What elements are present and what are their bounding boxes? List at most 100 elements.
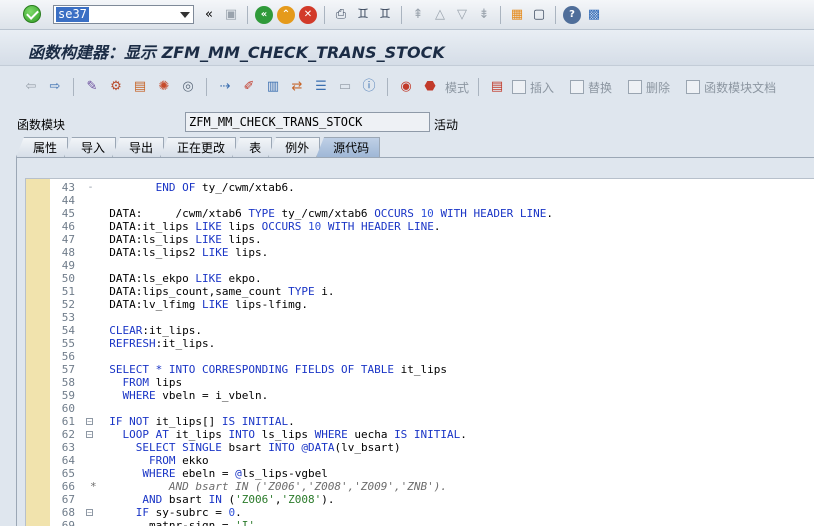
line-number: 57 bbox=[61, 363, 75, 376]
where-used-icon[interactable]: ⇢ bbox=[216, 78, 234, 96]
delete-icon bbox=[628, 80, 643, 94]
replace-label: 替换 bbox=[588, 80, 613, 95]
code-text: IF sy-subrc = 0. bbox=[135, 506, 242, 519]
previous-page-icon[interactable]: △ bbox=[431, 6, 449, 24]
line-number: 62 bbox=[61, 428, 75, 441]
fm-documentation-button[interactable]: 函数模块文档 bbox=[686, 79, 776, 96]
other-object-icon[interactable]: ⚙ bbox=[107, 78, 125, 96]
info-icon[interactable]: ⓘ bbox=[360, 78, 378, 96]
fold-toggle-icon[interactable]: − bbox=[86, 418, 93, 426]
system-toolbar: se37 « ▣ « ⌃ ✕ ⎙ ♊ ♊ ⇞ △ ▽ ⇟ ▦ ▢ ? ▩ bbox=[0, 0, 814, 30]
line-number: 54 bbox=[61, 324, 75, 337]
system-icons: « ▣ « ⌃ ✕ ⎙ ♊ ♊ ⇞ △ ▽ ⇟ ▦ ▢ ? ▩ bbox=[200, 4, 603, 26]
line-number: 59 bbox=[61, 389, 75, 402]
code-text: LOOP AT it_lips INTO ls_lips WHERE uecha… bbox=[122, 428, 467, 441]
shortcut-icon[interactable]: ▢ bbox=[530, 6, 548, 24]
check-icon[interactable]: ▤ bbox=[131, 78, 149, 96]
print-icon[interactable]: ⎙ bbox=[332, 6, 350, 24]
toolbar-separator bbox=[247, 6, 248, 24]
line-number: 48 bbox=[61, 246, 75, 259]
next-page-icon[interactable]: ▽ bbox=[453, 6, 471, 24]
pattern-button[interactable]: 模式 bbox=[445, 79, 469, 96]
fold-toggle-icon[interactable]: − bbox=[86, 431, 93, 439]
code-text: matnr-sign = 'I'. bbox=[96, 519, 262, 526]
insert-line-icon[interactable]: ▤ bbox=[488, 78, 506, 96]
help-icon[interactable]: ? bbox=[563, 6, 581, 24]
find-next-icon[interactable]: ♊ bbox=[376, 6, 394, 24]
insert-label: 插入 bbox=[530, 80, 555, 95]
code-text: FROM ekko bbox=[148, 454, 209, 467]
code-text: DATA:ls_lips2 LIKE lips. bbox=[109, 246, 269, 259]
line-number: 53 bbox=[61, 311, 75, 324]
breakpoint-icon[interactable]: ◉ bbox=[397, 78, 415, 96]
back-arrow-icon[interactable]: ⇦ bbox=[22, 78, 40, 96]
activate-icon[interactable]: ✺ bbox=[155, 78, 173, 96]
line-number: 55 bbox=[61, 337, 75, 350]
toolbar-separator bbox=[324, 6, 325, 24]
exit-icon[interactable]: ⌃ bbox=[277, 6, 295, 24]
app-toolbar-icons: ⇦ ⇨ ✎ ⚙ ▤ ✺ ◎ ⇢ ✐ ▥ ⇄ ☰ ▭ ⓘ ◉ ⬣ 模式 ▤ 插入 … bbox=[22, 77, 776, 97]
test-icon[interactable]: ◎ bbox=[179, 78, 197, 96]
chevron-down-icon[interactable] bbox=[176, 6, 193, 23]
line-number: 68 bbox=[61, 506, 75, 519]
enter-check-icon[interactable] bbox=[23, 5, 41, 23]
line-number: 47 bbox=[61, 233, 75, 246]
tab-source-code[interactable]: 源代码 bbox=[316, 137, 381, 157]
code-editor[interactable]: 43 - END OF ty_/cwm/xtab6. 44 45 DATA: /cwm… bbox=[25, 178, 814, 526]
line-number: 56 bbox=[61, 350, 75, 363]
insert-button[interactable]: 插入 bbox=[512, 79, 554, 96]
line-number: 58 bbox=[61, 376, 75, 389]
delete-label: 删除 bbox=[646, 80, 671, 95]
pattern-label: 模式 bbox=[445, 80, 470, 95]
code-text: DATA:lips_count,same_count TYPE i. bbox=[109, 285, 335, 298]
tab-attributes[interactable]: 属性 bbox=[16, 137, 69, 157]
fold-toggle-icon[interactable]: − bbox=[86, 509, 93, 517]
first-page-icon[interactable]: ⇞ bbox=[409, 6, 427, 24]
tab-changing[interactable]: 正在更改 bbox=[160, 137, 237, 157]
back-icon[interactable]: « bbox=[255, 6, 273, 24]
line-number: 61 bbox=[61, 415, 75, 428]
hierarchy-icon[interactable]: ☰ bbox=[312, 78, 330, 96]
documentation-icon bbox=[686, 80, 701, 94]
line-number: 64 bbox=[61, 454, 75, 467]
line-number: 44 bbox=[61, 194, 75, 207]
toolbar-separator bbox=[73, 78, 74, 96]
code-text: CLEAR:it_lips. bbox=[109, 324, 202, 337]
object-list-icon[interactable]: ▥ bbox=[264, 78, 282, 96]
toolbar-separator bbox=[555, 6, 556, 24]
toolbar-separator bbox=[478, 78, 480, 96]
fold-line-icon: - bbox=[87, 182, 94, 193]
find-icon[interactable]: ♊ bbox=[354, 6, 372, 24]
editor-gutter bbox=[26, 179, 50, 526]
function-module-field[interactable]: ZFM_MM_CHECK_TRANS_STOCK bbox=[185, 112, 430, 132]
collapse-left-icon[interactable]: « bbox=[200, 6, 218, 24]
command-field[interactable]: se37 bbox=[53, 5, 194, 24]
code-text: FROM lips bbox=[122, 376, 183, 389]
new-session-icon[interactable]: ▦ bbox=[508, 6, 526, 24]
code-text: IF NOT it_lips[] IS INITIAL. bbox=[109, 415, 295, 428]
tab-tables[interactable]: 表 bbox=[232, 137, 273, 157]
replace-button[interactable]: 替换 bbox=[570, 79, 612, 96]
line-number: 67 bbox=[61, 493, 75, 506]
last-page-icon[interactable]: ⇟ bbox=[475, 6, 493, 24]
save-icon[interactable]: ▣ bbox=[222, 6, 240, 24]
function-module-status: 活动 bbox=[434, 118, 459, 132]
tab-exceptions[interactable]: 例外 bbox=[268, 137, 321, 157]
cancel-icon[interactable]: ✕ bbox=[299, 6, 317, 24]
line-number: 50 bbox=[61, 272, 75, 285]
layout-settings-icon[interactable]: ▩ bbox=[585, 6, 603, 24]
code-text: DATA:ls_ekpo LIKE ekpo. bbox=[109, 272, 262, 285]
tab-export[interactable]: 导出 bbox=[112, 137, 165, 157]
code-text: DATA:ls_lips LIKE lips. bbox=[109, 233, 262, 246]
toolbar-separator bbox=[500, 6, 501, 24]
display-change-icon[interactable]: ✎ bbox=[83, 78, 101, 96]
line-number: 45 bbox=[61, 207, 75, 220]
tab-import[interactable]: 导入 bbox=[64, 137, 117, 157]
line-number: 60 bbox=[61, 402, 75, 415]
forward-arrow-icon[interactable]: ⇨ bbox=[46, 78, 64, 96]
navigation-icon[interactable]: ⇄ bbox=[288, 78, 306, 96]
window-icon[interactable]: ▭ bbox=[336, 78, 354, 96]
stop-icon[interactable]: ⬣ bbox=[421, 78, 439, 96]
pretty-printer-icon[interactable]: ✐ bbox=[240, 78, 258, 96]
delete-button[interactable]: 删除 bbox=[628, 79, 670, 96]
